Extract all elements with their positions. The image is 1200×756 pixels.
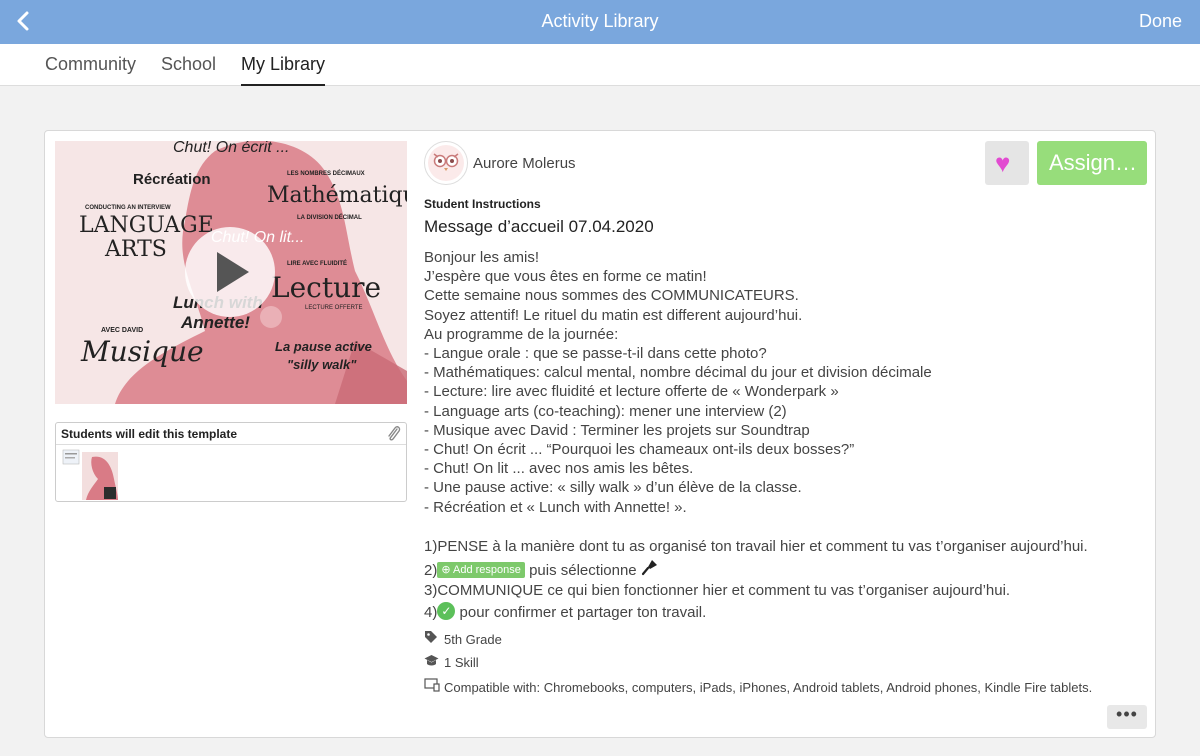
grade-label: 5th Grade — [444, 632, 502, 647]
skills-label: 1 Skill — [444, 655, 479, 670]
thumb-text: Lecture — [271, 271, 382, 304]
page-title: Activity Library — [541, 11, 659, 31]
thumb-text: Chut! On écrit ... — [173, 141, 290, 156]
thumb-text: LECTURE OFFERTE — [305, 305, 363, 311]
instructions-body: Bonjour les amis! J’espère que vous êtes… — [424, 248, 1144, 517]
compatibility-label: Compatible with: Chromebooks, computers,… — [444, 680, 1093, 695]
thumb-text: LANGUAGE — [79, 213, 214, 238]
instruction-line: - Language arts (co-teaching): mener une… — [424, 402, 787, 420]
tab-my-library[interactable]: My Library — [241, 54, 326, 86]
activity-thumbnail[interactable]: Chut! On écrit ... Récréation LES NOMBRE… — [55, 141, 407, 404]
thumb-text: LIRE AVEC FLUIDITÉ — [287, 261, 347, 267]
thumb-text: Récréation — [133, 171, 211, 188]
student-instructions-label: Student Instructions — [424, 197, 541, 211]
thumb-text: CONDUCTING AN INTERVIEW — [85, 205, 171, 211]
play-icon — [217, 252, 249, 292]
instruction-line: Bonjour les amis! — [424, 249, 540, 266]
step-4-prefix: 4) — [424, 604, 438, 621]
play-button[interactable] — [185, 227, 275, 317]
thumb-text: AVEC DAVID — [101, 327, 144, 334]
step-2: 2) ⊕ Add response puis sélectionne — [424, 558, 1144, 580]
thumb-text: Musique — [81, 335, 204, 368]
template-panel: Students will edit this template — [55, 422, 407, 502]
step-1: 1)PENSE à la manière dont tu as organisé… — [424, 538, 1088, 555]
thumb-text: La pause active — [275, 339, 372, 354]
top-bar: Activity Library Done — [0, 0, 1200, 44]
step-2-prefix: 2) — [424, 562, 438, 579]
instruction-line: - Musique avec David : Terminer les proj… — [424, 421, 810, 439]
author-avatar[interactable] — [424, 141, 468, 185]
thumb-text: Mathématiques — [267, 183, 407, 208]
activity-title: Message d’accueil 07.04.2020 — [424, 217, 654, 236]
thumb-text: LA DIVISION DÉCIMAL — [297, 215, 362, 221]
instruction-line: J’espère que vous êtes en forme ce matin… — [424, 268, 707, 286]
heart-icon: ♥ — [995, 148, 1011, 178]
step-2-suffix: puis sélectionne — [524, 562, 637, 579]
thumb-text: LES NOMBRES DÉCIMAUX — [287, 171, 365, 177]
instruction-line: - Chut! On écrit ... “Pourquoi les chame… — [424, 441, 855, 459]
done-button[interactable]: Done — [1139, 11, 1182, 32]
thumb-text: "silly walk" — [287, 357, 357, 372]
activity-card: Chut! On écrit ... Récréation LES NOMBRE… — [44, 130, 1156, 738]
step-4-suffix: pour confirmer et partager ton travail. — [455, 604, 707, 621]
step-4: 4) ✓ pour confirmer et partager ton trava… — [424, 602, 1144, 624]
more-options-button[interactable]: ••• — [1107, 705, 1147, 729]
paperclip-icon[interactable] — [386, 425, 402, 443]
instruction-line: - Mathématiques: calcul mental, nombre d… — [424, 364, 932, 382]
instruction-line: Soyez attentif! Le rituel du matin est d… — [424, 306, 803, 324]
add-response-button[interactable]: ⊕ Add response — [437, 562, 525, 578]
checkmark-icon: ✓ — [437, 602, 456, 620]
instruction-line: Au programme de la journée: — [424, 325, 619, 343]
template-page-thumbnail[interactable] — [62, 449, 122, 501]
steps-list: 1)PENSE à la manière dont tu as organisé… — [424, 536, 1144, 624]
grade-row: 5th Grade — [424, 630, 502, 647]
add-response-label: Add response — [453, 564, 521, 576]
owl-avatar-icon — [428, 145, 464, 181]
instruction-line: - Chut! On lit ... avec nos amis les bêt… — [424, 460, 694, 478]
tab-community[interactable]: Community — [45, 54, 136, 86]
library-tabs: Community School My Library — [0, 44, 1200, 86]
assign-button[interactable]: Assign… — [1037, 141, 1147, 185]
tab-school[interactable]: School — [161, 54, 216, 86]
instruction-line: - Récréation et « Lunch with Annette! ». — [424, 498, 687, 516]
compatibility-row: Compatible with: Chromebooks, computers,… — [424, 678, 1092, 695]
devices-icon — [424, 678, 440, 695]
graduation-cap-icon — [424, 654, 440, 670]
author-name[interactable]: Aurore Molerus — [473, 155, 576, 172]
thumb-text: ARTS — [105, 237, 167, 262]
instruction-line: - Lecture: lire avec fluidité et lecture… — [424, 383, 839, 401]
template-label: Students will edit this template — [61, 427, 238, 441]
instruction-line: - Une pause active: « silly walk » d’un … — [424, 479, 802, 497]
instruction-line: Cette semaine nous sommes des COMMUNICAT… — [424, 287, 799, 305]
template-header: Students will edit this template — [56, 423, 406, 445]
tag-icon — [424, 630, 440, 647]
thumb-text: Annette! — [181, 313, 250, 332]
instruction-line: - Langue orale : que se passe-t-il dans … — [424, 345, 767, 363]
step-3: 3)COMMUNIQUE ce qui bien fonctionner hie… — [424, 582, 1011, 599]
plus-circle-icon: ⊕ — [441, 564, 454, 576]
skills-row: 1 Skill — [424, 654, 479, 670]
microphone-icon — [641, 560, 657, 576]
ellipsis-icon: ••• — [1116, 704, 1138, 724]
favorite-button[interactable]: ♥ — [985, 141, 1029, 185]
